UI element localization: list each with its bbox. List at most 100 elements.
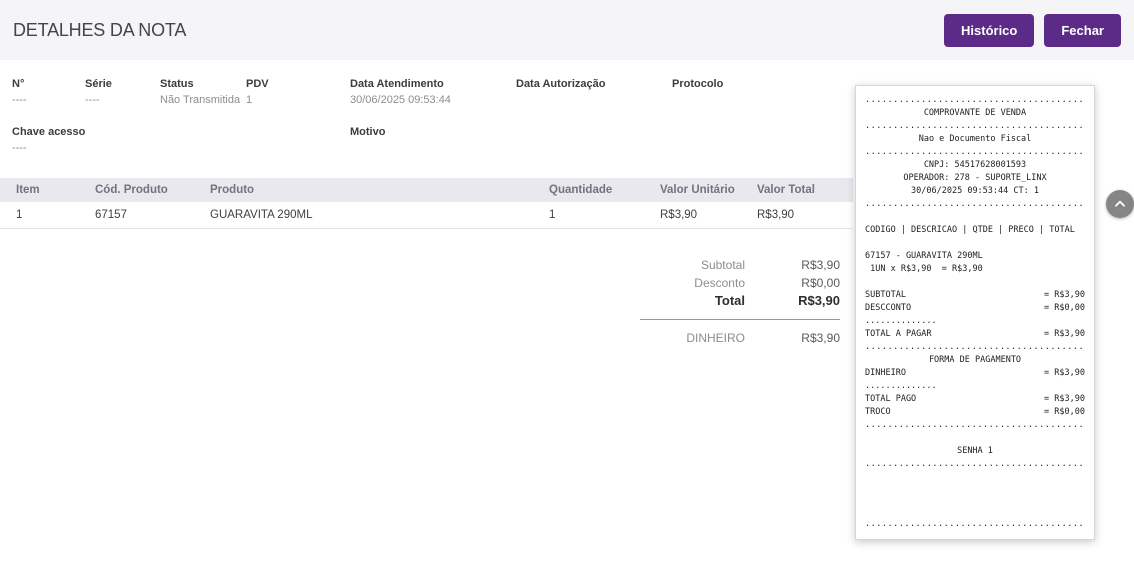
receipt-line: 30/06/2025 09:53:44 CT: 1: [911, 186, 1039, 196]
summary-payment: DINHEIRO R$3,90: [540, 329, 840, 347]
receipt-line: TOTAL PAGO = R$3,90: [865, 393, 1085, 406]
receipt-line-label: TROCO: [865, 407, 891, 417]
field-value: ----: [12, 94, 27, 106]
payment-method-label: DINHEIRO: [686, 331, 745, 345]
receipt-blank-line: [865, 237, 1085, 250]
receipt-blank-line: [865, 276, 1085, 289]
summary-subtotal: Subtotal R$3,90: [540, 256, 840, 274]
table-row[interactable]: 1 67157 GUARAVITA 290ML 1 R$3,90 R$3,90: [0, 202, 853, 229]
field-value: [350, 142, 385, 154]
receipt-short-divider: ..............: [865, 381, 937, 391]
receipt-divider: ........................................…: [865, 420, 1085, 430]
receipt-lines: ........................................…: [865, 94, 1085, 531]
field-label: Chave acesso: [12, 126, 86, 138]
field-chave-acesso: Chave acesso ----: [12, 126, 85, 154]
receipt-line: DINHEIRO = R$3,90: [865, 367, 1085, 380]
receipt-line-value: = R$3,90: [1044, 368, 1085, 378]
field-value: Não Transmitida: [160, 94, 241, 106]
receipt-preview: ........................................…: [855, 85, 1095, 540]
table-cell: 1: [549, 209, 556, 221]
field-protocolo: Protocolo: [672, 78, 723, 106]
page-title: DETALHES DA NOTA: [13, 19, 187, 40]
column-header: Valor Total: [757, 184, 815, 196]
page: DETALHES DA NOTA Histórico Fechar N° ---…: [0, 0, 1134, 577]
receipt-divider: ........................................…: [865, 459, 1085, 469]
receipt-line: DESCCONTO = R$0,00: [865, 302, 1085, 315]
receipt-line: OPERADOR: 278 - SUPORTE_LINX: [903, 173, 1047, 183]
field-label: Motivo: [350, 126, 386, 138]
field-label: Série: [85, 78, 112, 90]
receipt-divider: ........................................…: [865, 95, 1085, 105]
summary-value: R$3,90: [801, 258, 840, 272]
totals-summary: Subtotal R$3,90 Desconto R$0,00 Total R$…: [540, 256, 840, 347]
receipt-line-value: = R$0,00: [1044, 407, 1085, 417]
field-value: [516, 94, 605, 106]
receipt-line: CNPJ: 54517628001593: [923, 160, 1027, 170]
summary-label: Subtotal: [700, 258, 745, 272]
receipt-line-label: DESCCONTO: [865, 303, 912, 313]
receipt-divider: ........................................…: [865, 519, 1085, 529]
receipt-line: 67157 - GUARAVITA 290ML: [865, 251, 983, 261]
column-header: Produto: [210, 184, 255, 196]
field-label: N°: [12, 78, 25, 90]
receipt-divider: ........................................…: [865, 199, 1085, 209]
receipt-line: FORMA DE PAGAMENTO: [928, 355, 1022, 365]
field-pdv: PDV 1: [246, 78, 269, 106]
receipt-line: TOTAL A PAGAR = R$3,90: [865, 328, 1085, 341]
field-value: ----: [12, 142, 27, 154]
summary-label: Total: [714, 293, 745, 308]
receipt-line: CODIGO | DESCRICAO | QTDE | PRECO | TOTA…: [865, 225, 1075, 235]
table-body: 1 67157 GUARAVITA 290ML 1 R$3,90 R$3,90: [0, 202, 853, 229]
column-header: Valor Unitário: [660, 184, 735, 196]
receipt-line: 1UN x R$3,90 = R$3,90: [865, 264, 983, 274]
receipt-line-value: = R$3,90: [1044, 290, 1085, 300]
fechar-button[interactable]: Fechar: [1044, 13, 1121, 47]
receipt-line-value: = R$3,90: [1044, 394, 1085, 404]
header-actions: Histórico Fechar: [944, 13, 1121, 47]
receipt-blank-line: [865, 432, 1085, 445]
summary-desconto: Desconto R$0,00: [540, 274, 840, 292]
field-label: PDV: [246, 78, 269, 90]
field-value: [672, 94, 723, 106]
receipt-blank-line: [865, 211, 1085, 224]
chevron-up-icon: [1115, 200, 1125, 207]
field-label: Data Atendimento: [350, 78, 444, 90]
receipt-line-label: SUBTOTAL: [865, 290, 906, 300]
receipt-line-label: TOTAL A PAGAR: [865, 329, 932, 339]
column-header: Cód. Produto: [95, 184, 168, 196]
scroll-top-button[interactable]: [1106, 190, 1134, 218]
receipt-line: COMPROVANTE DE VENDA: [923, 108, 1027, 118]
table-cell: R$3,90: [757, 209, 795, 221]
table-cell: 67157: [95, 209, 127, 221]
receipt-line: SENHA 1: [957, 446, 993, 456]
receipt-line: Nao e Documento Fiscal: [918, 134, 1032, 144]
field-motivo: Motivo: [350, 126, 385, 154]
summary-value: R$3,90: [798, 293, 840, 308]
summary-total: Total R$3,90: [540, 292, 840, 310]
field-label: Status: [160, 78, 194, 90]
field-value: 1: [246, 94, 253, 106]
header-bar: DETALHES DA NOTA Histórico Fechar: [0, 0, 1134, 60]
receipt-divider: ........................................…: [865, 121, 1085, 131]
field-data-atendimento: Data Atendimento 30/06/2025 09:53:44: [350, 78, 451, 106]
receipt-line: TROCO = R$0,00: [865, 406, 1085, 419]
payment-method-value: R$3,90: [801, 331, 840, 345]
items-table: Item Cód. Produto Produto Quantidade Valor U…: [0, 178, 853, 229]
receipt-line-label: TOTAL PAGO: [865, 394, 917, 404]
field-numero: N° ----: [12, 78, 27, 106]
historico-button[interactable]: Histórico: [944, 13, 1035, 47]
receipt-divider: ........................................…: [865, 147, 1085, 157]
field-label: Protocolo: [672, 78, 724, 90]
table-header: Item Cód. Produto Produto Quantidade Valor U…: [0, 178, 853, 202]
field-label: Data Autorização: [516, 78, 606, 90]
receipt-line: SUBTOTAL = R$3,90: [865, 289, 1085, 302]
table-cell: 1: [16, 209, 23, 221]
field-data-autorizacao: Data Autorização: [516, 78, 605, 106]
table-cell: R$3,90: [660, 209, 698, 221]
receipt-line-value: = R$0,00: [1044, 303, 1085, 313]
field-value: ----: [85, 94, 100, 106]
summary-value: R$0,00: [801, 276, 840, 290]
summary-label: Desconto: [694, 276, 745, 290]
field-serie: Série ----: [85, 78, 112, 106]
table-cell: GUARAVITA 290ML: [210, 209, 313, 221]
